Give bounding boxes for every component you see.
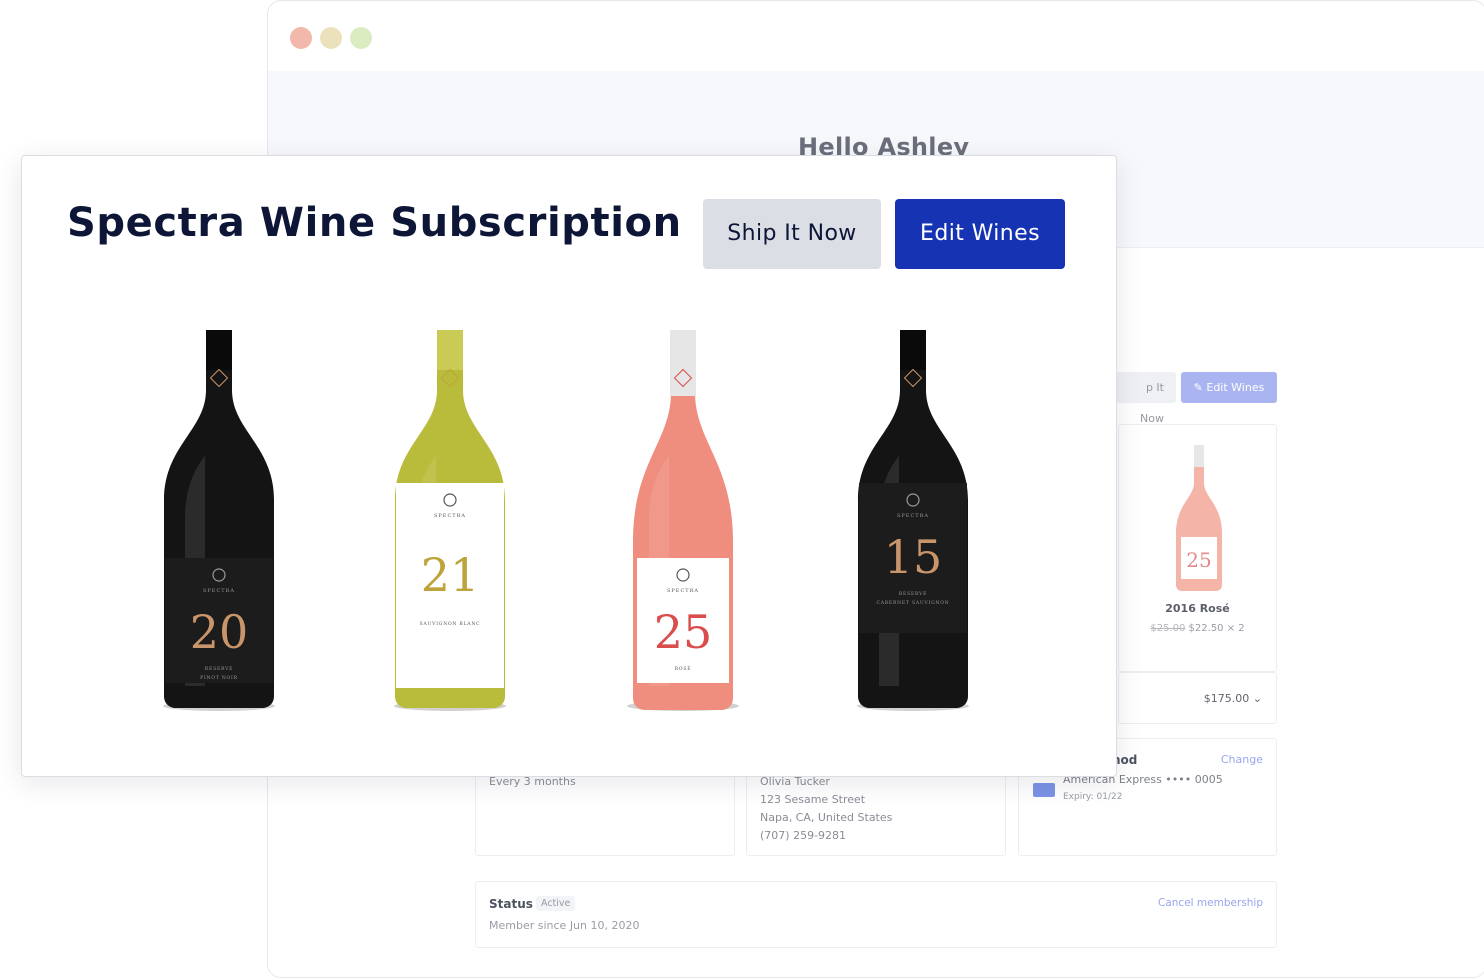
bottle-capsule (900, 330, 926, 370)
bottle-number: 25 (654, 605, 713, 659)
chevron-down-icon: ⌄ (1252, 692, 1262, 705)
bottle-brand-text: SPECTRA (203, 588, 235, 594)
order-total: $175.00 ⌄ (1204, 692, 1262, 705)
bottle-capsule (437, 330, 463, 370)
wine-name: 2016 Rosé (1165, 602, 1230, 615)
edit-wines-button[interactable]: Edit Wines (895, 199, 1065, 269)
pencil-icon: ✎ (1193, 381, 1203, 394)
cancel-membership-link[interactable]: Cancel membership (1158, 897, 1263, 909)
order-total-value: $175.00 (1203, 692, 1250, 705)
background-edit-wines-button[interactable]: ✎ Edit Wines (1181, 372, 1277, 403)
wine-bottle-rose[interactable]: SPECTRA25ROSÉ (625, 328, 741, 712)
bottle-label-line: SAUVIGNON BLANC (420, 621, 481, 627)
membership-status-card: Status Active Member since Jun 10, 2020 … (475, 881, 1277, 948)
address-city: Napa, CA, United States (760, 811, 893, 824)
bottle-number: 21 (421, 548, 480, 602)
status-badge: Active (536, 896, 576, 911)
address-lines: Olivia Tucker 123 Sesame Street Napa, CA… (760, 773, 892, 845)
window-minimize-dot[interactable] (320, 27, 342, 49)
background-edit-wines-label: Edit Wines (1206, 381, 1265, 394)
modal-title: Spectra Wine Subscription (67, 200, 682, 246)
wine-price: $25.00 $22.50 × 2 (1119, 623, 1276, 634)
payment-card-expiry: Expiry: 01/22 (1063, 792, 1123, 802)
window-maximize-dot[interactable] (350, 27, 372, 49)
status-label: Status (489, 897, 533, 911)
bottle-label-line: RESERVE (899, 591, 927, 597)
order-total-card[interactable]: $175.00 ⌄ (1118, 672, 1277, 724)
bottle-label-line: RESERVE (205, 666, 233, 672)
bottle-brand-text: SPECTRA (434, 513, 466, 519)
bottle-brand-text: SPECTRA (667, 588, 699, 594)
original-price: $25.00 (1150, 623, 1186, 634)
member-since: Member since Jun 10, 2020 (489, 919, 640, 932)
bottle-number: 15 (884, 530, 943, 584)
bottle-brand-text: SPECTRA (897, 513, 929, 519)
discount-price: $22.50 × 2 (1188, 623, 1245, 634)
subscription-modal: Spectra Wine Subscription Ship It Now Ed… (21, 155, 1117, 777)
address-phone: (707) 259-9281 (760, 829, 847, 842)
wine-bottle-cabernet[interactable]: SPECTRA 15 RESERVE CABERNET SAUVIGNON (855, 328, 971, 712)
rose-bottle-number: 25 (1186, 548, 1211, 572)
ship-it-now-button[interactable]: Ship It Now (703, 199, 881, 269)
wine-bottle-pinot-noir[interactable]: SPECTRA 20 RESERVE PINOT NOIR (161, 328, 277, 712)
bottle-label-line: CABERNET SAUVIGNON (876, 600, 949, 606)
rose-bottle-image: 25 (1176, 445, 1222, 591)
window-close-dot[interactable] (290, 27, 312, 49)
amex-card-icon (1033, 783, 1055, 797)
change-payment-link[interactable]: Change (1221, 753, 1263, 766)
wine-bottle-sauvignon-blanc[interactable]: SPECTRA 21 SAUVIGNON BLANC (392, 328, 508, 712)
address-street: 123 Sesame Street (760, 793, 866, 806)
bottle-number: 20 (190, 605, 249, 659)
bottle-capsule (206, 330, 232, 370)
bottle-label-line: PINOT NOIR (200, 675, 238, 681)
window-controls (290, 27, 372, 49)
background-ship-now-button[interactable]: p It Now (1116, 372, 1176, 425)
wine-card[interactable]: 25 2016 Rosé $25.00 $22.50 × 2 (1118, 424, 1277, 672)
